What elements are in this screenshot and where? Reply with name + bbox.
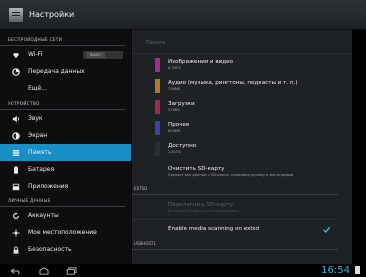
section-wireless: БЕСПРОВОДНЫЕ СЕТИ [0, 30, 125, 46]
sidebar-item-label: Мое местоположение [28, 229, 97, 236]
section-usbhost: USBHOST1 [132, 238, 338, 250]
storage-detail-pane[interactable]: Память Изображения и видео 8,39ГБ Аудио … [132, 30, 352, 264]
location-icon [12, 228, 20, 237]
recent-apps-icon [66, 266, 77, 275]
media-scan-label: Enable media scanning on extsd [168, 226, 260, 232]
storage-icon [12, 149, 20, 157]
color-swatch [155, 57, 160, 72]
sidebar-item-label: Передача данных [28, 68, 85, 75]
settings-app-icon[interactable] [9, 7, 23, 22]
color-swatch [155, 78, 160, 93]
checkbox-checked-icon[interactable] [323, 226, 330, 233]
data-usage-icon [12, 67, 20, 76]
color-swatch [155, 141, 160, 156]
media-scan-item[interactable]: Enable media scanning on extsd [132, 220, 352, 238]
recent-apps-button[interactable] [64, 266, 80, 276]
sync-icon [12, 211, 20, 220]
erase-sd-card-item[interactable]: Очистить SD-карту Удаляет все данные с S… [132, 159, 352, 183]
sidebar-item-label: Wi-Fi [28, 51, 43, 58]
erase-sd-summary: Удаляет все данные с SD-карты, например … [168, 172, 294, 177]
battery-icon [12, 165, 20, 174]
sidebar-item-label: Звук [28, 115, 43, 122]
brightness-icon [12, 131, 20, 140]
sidebar-item-sound[interactable]: Звук [0, 110, 131, 127]
sidebar-item-more[interactable]: Ещё... [0, 80, 131, 97]
sidebar-item-security[interactable]: Безопасность [0, 241, 131, 258]
storage-item-audio[interactable]: Аудио (музыка, рингтоны, подкасты и т. п… [132, 75, 352, 96]
storage-item-downloads[interactable]: Загрузки 276КБ [132, 96, 352, 117]
apps-icon [12, 183, 20, 191]
section-device: УСТРОЙСТВО [0, 97, 125, 110]
sidebar-item-label: Аккаунты [28, 212, 59, 219]
storage-item-size: 276КБ [168, 108, 180, 112]
sidebar-item-wifi[interactable]: Wi-Fi ВЫКЛ [0, 46, 131, 63]
storage-item-misc[interactable]: Прочее 805МБ [132, 117, 352, 138]
sidebar-item-label: Экран [28, 132, 48, 139]
storage-item-size: 8,39ГБ [168, 66, 181, 70]
storage-item-size: 798МБ [168, 87, 181, 91]
action-bar: Настройки [0, 0, 366, 30]
mount-sd-title: Подключить SD-карту [168, 201, 234, 208]
sidebar-item-storage[interactable]: Память [0, 144, 131, 161]
wifi-toggle-state: ВЫКЛ [86, 52, 105, 58]
color-swatch [155, 120, 160, 135]
app-title: Настройки [29, 10, 75, 19]
wifi-toggle[interactable]: ВЫКЛ [83, 51, 123, 59]
home-button[interactable] [36, 266, 52, 276]
home-icon [39, 266, 49, 275]
lock-icon [12, 246, 20, 254]
wifi-icon [12, 51, 20, 59]
sidebar-item-battery[interactable]: Батарея [0, 161, 131, 178]
erase-sd-title: Очистить SD-карту [168, 165, 225, 172]
sidebar-item-apps[interactable]: Приложения [0, 178, 131, 195]
page-title: Память [132, 30, 352, 54]
sidebar-item-location[interactable]: Мое местоположение [0, 224, 131, 241]
storage-item-title: Аудио (музыка, рингтоны, подкасты и т. п… [168, 80, 298, 86]
sidebar-item-data-usage[interactable]: Передача данных [0, 63, 131, 80]
sidebar-item-label: Батарея [28, 166, 55, 173]
mount-sd-summary: Вставьте SD-карту для подключения [168, 208, 239, 213]
sidebar-item-display[interactable]: Экран [0, 127, 131, 144]
section-extsd: EXTSD [132, 183, 338, 195]
sidebar-item-label: Безопасность [28, 246, 72, 253]
storage-item-size: 805МБ [168, 129, 181, 133]
section-personal: ЛИЧНЫЕ ДАННЫЕ [0, 195, 125, 207]
speaker-icon [12, 115, 20, 123]
back-icon [10, 267, 20, 275]
storage-item-title: Загрузки [168, 101, 195, 107]
storage-item-title: Прочее [168, 122, 190, 128]
storage-item-images[interactable]: Изображения и видео 8,39ГБ [132, 54, 352, 75]
sidebar-item-accounts[interactable]: Аккаунты [0, 207, 131, 224]
storage-item-title: Доступно [168, 143, 197, 149]
settings-sidebar: БЕСПРОВОДНЫЕ СЕТИ Wi-Fi ВЫКЛ Передача да… [0, 30, 131, 264]
sidebar-item-label: Ещё... [28, 85, 47, 92]
sidebar-item-label: Приложения [28, 183, 69, 190]
system-navigation-bar: 16:54 [0, 264, 366, 277]
sidebar-item-label: Память [28, 149, 52, 156]
storage-item-available: Доступно 2,61ГБ [132, 138, 352, 159]
mount-sd-card-item: Подключить SD-карту Вставьте SD-карту дл… [132, 195, 352, 219]
battery-status-icon [355, 266, 360, 274]
color-swatch [155, 99, 160, 114]
storage-item-size: 2,61ГБ [168, 150, 181, 154]
status-clock: 16:54 [321, 265, 350, 276]
back-button[interactable] [8, 266, 24, 276]
storage-item-title: Изображения и видео [168, 59, 234, 65]
